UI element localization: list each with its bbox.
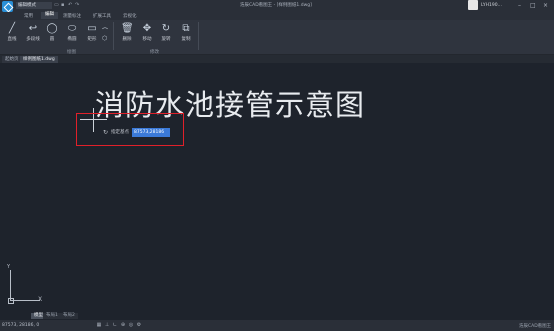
- polygon-icon[interactable]: ⬡: [102, 35, 107, 42]
- refresh-icon: ↻: [103, 129, 109, 136]
- rotate-tool-button[interactable]: ↻ 旋转: [155, 22, 177, 50]
- circle-tool-button[interactable]: ◯ 圆: [41, 22, 63, 50]
- brand-label: 浩辰CAD看图王: [519, 324, 552, 329]
- undo-icon[interactable]: ↶: [68, 2, 72, 8]
- coordinate-readout: 87573, 28186, 0: [2, 323, 40, 328]
- ellipse-icon: ⬭: [67, 23, 77, 34]
- ellipse-tool-button[interactable]: ⬭ 椭圆: [61, 22, 83, 50]
- menu-bar: 常用 编辑 测量标注 扩展工具 云视化: [0, 12, 554, 20]
- open-icon[interactable]: ▭: [54, 2, 59, 8]
- grid-toggle-icon[interactable]: ▦: [96, 322, 102, 328]
- rectangle-tool-button[interactable]: ▭ 矩形: [81, 22, 103, 50]
- copy-icon: ⧉: [182, 23, 190, 34]
- copy-tool-button[interactable]: ⧉ 复制: [175, 22, 197, 50]
- delete-tool-button[interactable]: 🗑 删除: [116, 22, 138, 50]
- rectangle-icon: ▭: [87, 23, 97, 34]
- minimize-icon[interactable]: –: [518, 2, 521, 9]
- tab-drawing[interactable]: 样例图纸1.dwg: [20, 56, 58, 63]
- rectangle-tool-label: 矩形: [87, 37, 97, 42]
- osnap-toggle-icon[interactable]: ⊕: [120, 322, 126, 328]
- save-icon[interactable]: ▪: [61, 2, 64, 8]
- ortho-toggle-icon[interactable]: ∟: [112, 322, 118, 328]
- ellipse-tool-label: 椭圆: [67, 37, 77, 42]
- menu-cloud[interactable]: 云视化: [123, 13, 137, 19]
- arc-icon[interactable]: ⌒: [102, 26, 108, 35]
- copy-tool-label: 复制: [181, 37, 191, 42]
- settings-icon[interactable]: ⚙: [136, 322, 142, 328]
- ribbon-divider: [113, 22, 114, 50]
- circle-tool-label: 圆: [49, 37, 55, 42]
- avatar[interactable]: [468, 0, 478, 10]
- window-title: 浩辰CAD看图王 - [样例图纸1.dwg]: [240, 3, 312, 8]
- layout-tab-bar: 模型 布局1 布局2: [0, 313, 554, 320]
- menu-extend-tools[interactable]: 扩展工具: [93, 13, 111, 19]
- ribbon-divider: [198, 22, 199, 50]
- line-tool-button[interactable]: ╱ 直线: [1, 22, 23, 50]
- polar-toggle-icon[interactable]: ◎: [128, 322, 134, 328]
- user-name[interactable]: LYH190...: [481, 3, 502, 8]
- maximize-icon[interactable]: □: [530, 2, 536, 9]
- line-icon: ╱: [8, 23, 16, 34]
- ucs-x-axis: [10, 300, 40, 301]
- move-icon: ✥: [142, 23, 152, 34]
- mode-select[interactable]: 编辑模式: [16, 2, 52, 9]
- menu-edit[interactable]: 编辑: [41, 12, 58, 19]
- ucs-x-label: X: [38, 296, 43, 303]
- tab-layout2[interactable]: 布局2: [60, 313, 78, 319]
- tab-start-page[interactable]: 起始页: [2, 56, 22, 63]
- menu-measure[interactable]: 测量标注: [63, 13, 81, 19]
- trash-icon: 🗑: [121, 23, 134, 34]
- close-icon[interactable]: ×: [543, 2, 548, 9]
- rotate-icon: ↻: [161, 23, 171, 34]
- title-bar: 编辑模式 ▭ ▪ ↶ ↷ 浩辰CAD看图王 - [样例图纸1.dwg] LYH1…: [0, 0, 554, 12]
- menu-common[interactable]: 常用: [24, 13, 33, 19]
- rotate-tool-label: 旋转: [161, 37, 171, 42]
- redo-icon[interactable]: ↷: [75, 2, 79, 8]
- coordinate-input[interactable]: [132, 128, 170, 137]
- snap-toggle-icon[interactable]: ⊥: [104, 322, 110, 328]
- polyline-icon: ↩: [28, 23, 38, 34]
- delete-tool-label: 删除: [122, 37, 132, 42]
- ribbon: ╱ 直线 ↩ 多段线 ◯ 圆 ⬭ 椭圆 ▭ 矩形 ⌒ ⬡ 🗑 删除 ✥ 移动 ↻…: [0, 20, 554, 55]
- tab-layout1[interactable]: 布局1: [43, 313, 61, 319]
- prompt-label: 指定基点: [111, 130, 129, 135]
- circle-icon: ◯: [46, 23, 58, 34]
- ucs-origin-icon: [8, 298, 14, 304]
- app-logo-icon[interactable]: [2, 1, 13, 12]
- document-tab-bar: 起始页 样例图纸1.dwg: [0, 55, 554, 63]
- line-tool-label: 直线: [7, 37, 17, 42]
- ucs-y-axis: [10, 270, 11, 301]
- status-bar: 87573, 28186, 0 ▦ ⊥ ∟ ⊕ ◎ ⚙ 浩辰CAD看图王: [0, 320, 554, 331]
